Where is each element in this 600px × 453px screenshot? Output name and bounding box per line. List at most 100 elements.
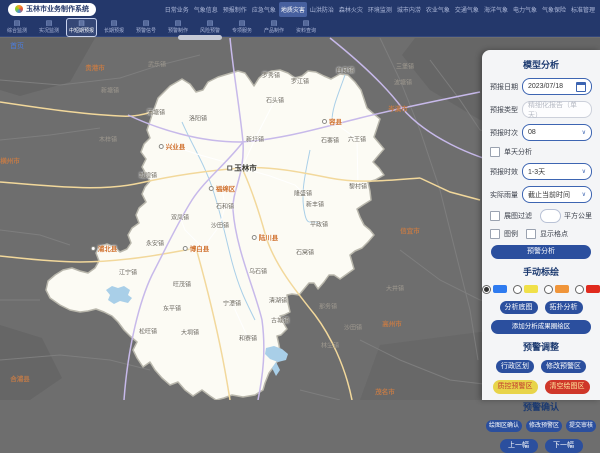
adjust-button-行政区划[interactable]: 行政区划 bbox=[496, 360, 534, 374]
town-label: 乌石镇 bbox=[249, 267, 267, 276]
map-marker bbox=[91, 246, 96, 251]
county-label: 福绵区 bbox=[209, 183, 236, 193]
nav-item-交通气象[interactable]: 交通气象 bbox=[453, 2, 481, 17]
single-day-label: 单天分析 bbox=[504, 147, 532, 157]
map-marker bbox=[159, 144, 164, 149]
single-day-checkbox[interactable] bbox=[490, 147, 500, 157]
color-radio[interactable] bbox=[513, 285, 522, 294]
nav-item-森林火灾[interactable]: 森林火灾 bbox=[337, 2, 365, 17]
town-label: 林尘镇 bbox=[321, 341, 339, 350]
nav-item-应急气象[interactable]: 应急气象 bbox=[250, 2, 278, 17]
map-marker bbox=[252, 235, 257, 240]
forecast-type-input: 精细化报告（单天） bbox=[522, 101, 592, 118]
nav-item-日常业务[interactable]: 日常业务 bbox=[163, 2, 191, 17]
town-label: 黎村镇 bbox=[349, 182, 367, 191]
scrollbar-thumb[interactable] bbox=[178, 35, 222, 40]
adjust-button-质控预警区[interactable]: 质控预警区 bbox=[493, 380, 538, 394]
toolbar-button-专项服务[interactable]: ▤专项服务 bbox=[227, 18, 257, 37]
town-label: 木梓镇 bbox=[99, 135, 117, 144]
document-icon: ▤ bbox=[271, 20, 278, 28]
area-filter-input[interactable] bbox=[540, 209, 561, 223]
nav-item-气象保险[interactable]: 气象保险 bbox=[540, 2, 568, 17]
town-label: 平政镇 bbox=[310, 220, 328, 229]
toolbar-button-长期预报[interactable]: ▤长期预报 bbox=[99, 18, 129, 37]
town-label: 自良镇 bbox=[336, 66, 354, 75]
nav-item-山洪防治[interactable]: 山洪防治 bbox=[308, 2, 336, 17]
document-icon: ▤ bbox=[207, 20, 214, 28]
toolbar-button-label: 长期预报 bbox=[104, 28, 124, 35]
top-nav-bar: 玉林市业务制作系统 日常业务气象信息预报制作应急气象地质灾害山洪防治森林火灾环境… bbox=[0, 0, 600, 18]
nav-item-标准管理[interactable]: 标准管理 bbox=[569, 2, 597, 17]
nav-item-农业气象[interactable]: 农业气象 bbox=[424, 2, 452, 17]
actual-rain-select[interactable]: 截止当前时间 ∨ bbox=[522, 186, 592, 203]
document-icon: ▤ bbox=[239, 20, 246, 28]
toolbar-button-综合监测[interactable]: ▤综合监测 bbox=[2, 18, 32, 37]
warning-analysis-button[interactable]: 预警分析 bbox=[491, 245, 591, 259]
town-label: 石和镇 bbox=[216, 202, 234, 211]
forecast-type-label: 预报类型 bbox=[490, 105, 522, 115]
city-label: 玉林市 bbox=[227, 163, 257, 174]
legend-checkbox[interactable] bbox=[490, 229, 500, 239]
draw-color-orange[interactable] bbox=[544, 285, 569, 294]
actual-rain-value: 截止当前时间 bbox=[528, 190, 570, 200]
nav-item-电力气象[interactable]: 电力气象 bbox=[511, 2, 539, 17]
draw-color-blue[interactable] bbox=[482, 285, 507, 294]
town-label: 城隍镇 bbox=[139, 171, 157, 180]
town-label: 永安镇 bbox=[146, 239, 164, 248]
color-swatch bbox=[493, 285, 507, 293]
town-label: 新丰镇 bbox=[306, 200, 324, 209]
show-grid-checkbox[interactable] bbox=[526, 229, 536, 239]
town-label: 波塘镇 bbox=[394, 78, 412, 87]
document-icon: ▤ bbox=[46, 20, 53, 28]
color-radio[interactable] bbox=[575, 285, 584, 294]
forecast-lead-select[interactable]: 1-3天 ∨ bbox=[522, 163, 592, 180]
toolbar-button-产品制作[interactable]: ▤产品制作 bbox=[259, 18, 289, 37]
app-logo[interactable]: 玉林市业务制作系统 bbox=[8, 3, 96, 16]
county-label: 茂名市 bbox=[375, 386, 395, 396]
confirm-button-修改预警区[interactable]: 修改预警区 bbox=[526, 420, 562, 433]
confirm-button-绘图区确认[interactable]: 绘图区确认 bbox=[486, 420, 522, 433]
nav-item-海洋气象[interactable]: 海洋气象 bbox=[482, 2, 510, 17]
prev-frame-button[interactable]: 上一幅 bbox=[500, 439, 538, 453]
toolbar-button-label: 预警信号 bbox=[136, 28, 156, 35]
adjust-button-清空绘图区[interactable]: 清空绘图区 bbox=[545, 380, 590, 394]
calendar-icon[interactable] bbox=[576, 82, 586, 92]
adjust-button-修改预警区[interactable]: 修改预警区 bbox=[541, 360, 586, 374]
draw-color-yellow[interactable] bbox=[513, 285, 538, 294]
nav-item-环境监测[interactable]: 环境监测 bbox=[366, 2, 394, 17]
toolbar-button-预警信号[interactable]: ▤预警信号 bbox=[131, 18, 161, 37]
toolbar-button-实况监测[interactable]: ▤实况监测 bbox=[34, 18, 64, 37]
topology-analysis-button[interactable]: 拓扑分析 bbox=[545, 301, 583, 315]
forecast-date-label: 预报日期 bbox=[490, 82, 522, 92]
toolbar-button-中短期预报[interactable]: ▤中短期预报 bbox=[66, 18, 97, 37]
analysis-basemap-button[interactable]: 分析底图 bbox=[500, 301, 538, 315]
area-filter-checkbox[interactable] bbox=[490, 211, 500, 221]
toolbar-button-资料查询[interactable]: ▤资料查询 bbox=[291, 18, 321, 37]
toolbar-button-label: 风险预警 bbox=[200, 28, 220, 35]
nav-item-气象信息[interactable]: 气象信息 bbox=[192, 2, 220, 17]
town-label: 六王镇 bbox=[348, 135, 366, 144]
town-label: 罗秀镇 bbox=[262, 71, 280, 80]
document-icon: ▤ bbox=[111, 20, 118, 28]
toolbar-button-label: 产品制作 bbox=[264, 28, 284, 35]
forecast-date-input[interactable]: 2023/07/18 bbox=[522, 78, 592, 95]
document-icon: ▤ bbox=[175, 20, 182, 28]
product-toolbar: ▤综合监测▤实况监测▤中短期预报▤长期预报▤预警信号▤预警制作▤风险预警▤专项服… bbox=[0, 18, 600, 37]
color-radio[interactable] bbox=[544, 285, 553, 294]
color-swatch bbox=[524, 285, 538, 293]
nav-item-城市内涝[interactable]: 城市内涝 bbox=[395, 2, 423, 17]
confirm-button-提交审核[interactable]: 提交审核 bbox=[566, 420, 596, 433]
forecast-time-select[interactable]: 08 ∨ bbox=[522, 124, 592, 141]
nav-item-地质灾害[interactable]: 地质灾害 bbox=[279, 2, 307, 17]
warning-adjust-buttons: 行政区划修改预警区质控预警区清空绘图区 bbox=[486, 360, 596, 394]
add-analysis-area-button[interactable]: 添加分析成果圈绘区 bbox=[491, 320, 591, 333]
nav-item-预报制作[interactable]: 预报制作 bbox=[221, 2, 249, 17]
draw-color-red[interactable] bbox=[575, 285, 600, 294]
town-label: 罗江镇 bbox=[291, 77, 309, 86]
breadcrumb-home-link[interactable]: 首页 bbox=[10, 41, 24, 51]
county-label: 博白县 bbox=[183, 243, 210, 253]
color-radio[interactable] bbox=[482, 285, 491, 294]
area-filter-unit: 平方公里 bbox=[564, 211, 592, 221]
forecast-lead-value: 1-3天 bbox=[528, 167, 545, 177]
next-frame-button[interactable]: 下一幅 bbox=[545, 439, 583, 453]
